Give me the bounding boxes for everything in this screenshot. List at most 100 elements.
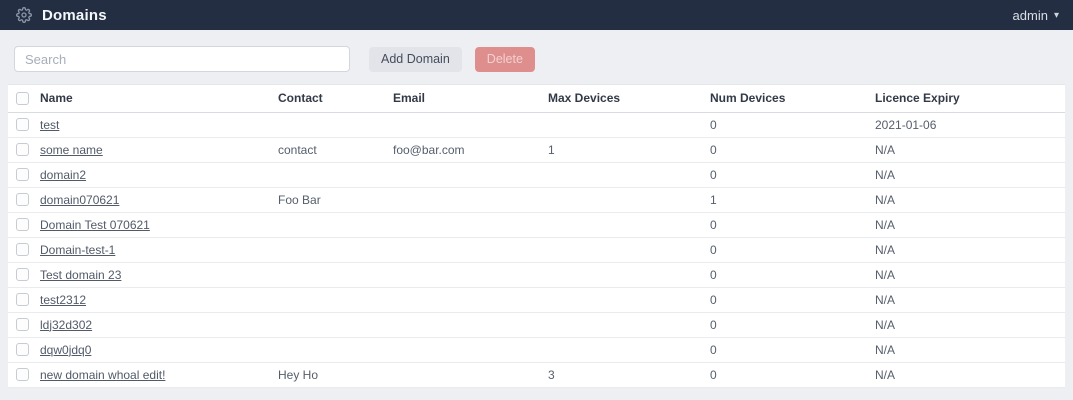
row-checkbox[interactable] [16, 218, 29, 231]
cell-licence-expiry: 2021-01-06 [869, 112, 1065, 137]
cell-contact [272, 212, 387, 237]
cell-max-devices: 3 [542, 362, 704, 387]
table-row: Domain-test-1 0N/A [8, 237, 1065, 262]
row-checkbox[interactable] [16, 368, 29, 381]
cell-email [387, 287, 542, 312]
domain-link[interactable]: dqw0jdq0 [40, 343, 91, 357]
cell-max-devices [542, 262, 704, 287]
domains-table: Name Contact Email Max Devices Num Devic… [8, 85, 1065, 388]
cell-max-devices [542, 337, 704, 362]
cell-contact [272, 287, 387, 312]
row-checkbox[interactable] [16, 193, 29, 206]
row-checkbox[interactable] [16, 143, 29, 156]
cell-email [387, 312, 542, 337]
page-title: Domains [42, 7, 107, 24]
cell-contact [272, 312, 387, 337]
cell-contact: contact [272, 137, 387, 162]
table-row: domain2 0N/A [8, 162, 1065, 187]
table-row: dqw0jdq0 0N/A [8, 337, 1065, 362]
cell-num-devices: 0 [704, 162, 869, 187]
cell-email [387, 212, 542, 237]
column-header-name: Name [34, 85, 272, 112]
cell-licence-expiry: N/A [869, 262, 1065, 287]
cell-email [387, 262, 542, 287]
column-header-num-devices: Num Devices [704, 85, 869, 112]
search-input[interactable] [14, 46, 350, 72]
cell-max-devices: 1 [542, 137, 704, 162]
cell-num-devices: 0 [704, 237, 869, 262]
cell-num-devices: 1 [704, 187, 869, 212]
domain-link[interactable]: domain2 [40, 168, 86, 182]
cell-licence-expiry: N/A [869, 287, 1065, 312]
domain-link[interactable]: ldj32d302 [40, 318, 92, 332]
domains-table-card: Name Contact Email Max Devices Num Devic… [8, 84, 1065, 388]
table-row: domain070621Foo Bar1N/A [8, 187, 1065, 212]
cell-num-devices: 0 [704, 337, 869, 362]
column-header-email: Email [387, 85, 542, 112]
top-navbar: Domains admin ▾ [0, 0, 1073, 30]
table-header-row: Name Contact Email Max Devices Num Devic… [8, 85, 1065, 112]
page-brand: Domains [16, 7, 107, 24]
row-checkbox[interactable] [16, 168, 29, 181]
chevron-down-icon: ▾ [1054, 10, 1059, 21]
cell-max-devices [542, 212, 704, 237]
cell-contact [272, 262, 387, 287]
delete-button[interactable]: Delete [475, 47, 535, 72]
row-checkbox[interactable] [16, 268, 29, 281]
table-row: new domain whoal edit! Hey Ho 30N/A [8, 362, 1065, 387]
domain-link[interactable]: test2312 [40, 293, 86, 307]
domain-link[interactable]: new domain whoal edit! [40, 368, 165, 382]
user-menu[interactable]: admin ▾ [1013, 8, 1059, 23]
cell-max-devices [542, 287, 704, 312]
table-row: Domain Test 070621 0N/A [8, 212, 1065, 237]
select-all-checkbox[interactable] [16, 92, 29, 105]
cell-email [387, 237, 542, 262]
row-checkbox[interactable] [16, 318, 29, 331]
domain-link[interactable]: Test domain 23 [40, 268, 121, 282]
cell-email [387, 362, 542, 387]
cell-max-devices [542, 237, 704, 262]
domain-link[interactable]: some name [40, 143, 103, 157]
column-header-licence-expiry: Licence Expiry [869, 85, 1065, 112]
cell-licence-expiry: N/A [869, 162, 1065, 187]
domain-link[interactable]: domain070621 [40, 193, 119, 207]
row-checkbox[interactable] [16, 293, 29, 306]
cell-licence-expiry: N/A [869, 237, 1065, 262]
cell-contact [272, 162, 387, 187]
cell-licence-expiry: N/A [869, 337, 1065, 362]
cell-contact [272, 112, 387, 137]
cell-num-devices: 0 [704, 262, 869, 287]
cell-max-devices [542, 187, 704, 212]
cell-licence-expiry: N/A [869, 212, 1065, 237]
cell-email: foo@bar.com [387, 137, 542, 162]
cell-max-devices [542, 162, 704, 187]
cell-num-devices: 0 [704, 287, 869, 312]
row-checkbox[interactable] [16, 118, 29, 131]
domain-link[interactable]: Domain Test 070621 [40, 218, 150, 232]
cell-email [387, 112, 542, 137]
cell-max-devices [542, 312, 704, 337]
cell-email [387, 187, 542, 212]
row-checkbox[interactable] [16, 343, 29, 356]
cell-num-devices: 0 [704, 212, 869, 237]
cell-num-devices: 0 [704, 312, 869, 337]
table-row: Test domain 23 0N/A [8, 262, 1065, 287]
cell-contact: Hey Ho [272, 362, 387, 387]
table-row: test2312 0N/A [8, 287, 1065, 312]
add-domain-button[interactable]: Add Domain [369, 47, 462, 72]
gear-icon [16, 7, 32, 23]
cell-num-devices: 0 [704, 362, 869, 387]
user-menu-label: admin [1013, 8, 1048, 23]
table-row: test 02021-01-06 [8, 112, 1065, 137]
row-checkbox[interactable] [16, 243, 29, 256]
column-header-max-devices: Max Devices [542, 85, 704, 112]
cell-email [387, 337, 542, 362]
cell-contact [272, 237, 387, 262]
domain-link[interactable]: test [40, 118, 59, 132]
cell-licence-expiry: N/A [869, 362, 1065, 387]
cell-num-devices: 0 [704, 137, 869, 162]
cell-num-devices: 0 [704, 112, 869, 137]
domain-link[interactable]: Domain-test-1 [40, 243, 115, 257]
cell-max-devices [542, 112, 704, 137]
cell-email [387, 162, 542, 187]
